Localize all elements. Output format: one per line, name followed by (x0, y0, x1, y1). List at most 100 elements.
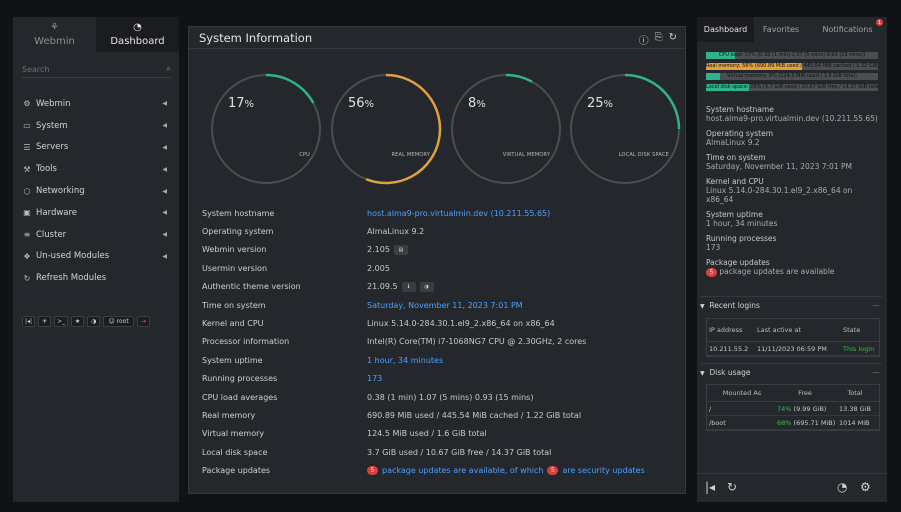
caret-left-icon: ◀ (162, 122, 167, 130)
brightness-icon[interactable]: ☀ (38, 316, 52, 327)
table-cell: 10.211.55.2 (709, 344, 749, 353)
sidebar-menu: ⚙ Webmin ◀ ▭ System ◀ ☰ Servers ◀ ⚒ Tools ◀ ⬡ Net… (13, 93, 179, 289)
info-row-real-memory: Real memory 690.89 MiB used / 445.54 MiB … (202, 406, 682, 424)
gauge-percent: 56% (348, 96, 374, 111)
sidebar-item-webmin[interactable]: ⚙ Webmin ◀ (13, 93, 179, 115)
tab-dashboard-label: Dashboard (110, 35, 165, 47)
minimize-icon[interactable]: — (873, 301, 881, 310)
minimize-icon[interactable]: — (873, 368, 881, 377)
gauge-arc (624, 73, 681, 130)
gauge-unit: % (364, 99, 375, 110)
help-icon[interactable]: ⓘ (639, 32, 649, 47)
sidebar-item-cluster[interactable]: ≡ Cluster ◀ (13, 224, 179, 246)
collapse-panel-icon[interactable]: |◂ (705, 480, 715, 494)
tab-dashboard[interactable]: ◔ Dashboard (96, 17, 179, 52)
disk-usage-header[interactable]: ▼ Disk usage — (700, 363, 882, 377)
tab-dashboard[interactable]: Dashboard (697, 17, 754, 42)
tab-notifications[interactable]: Notifications 1 (808, 17, 887, 42)
notification-badge: 1 (876, 19, 883, 26)
info-value: 173 (706, 243, 721, 252)
sidebar-item-label: Refresh Modules (36, 273, 107, 284)
search-icon[interactable]: ⌕ (167, 64, 171, 74)
puzzle-icon: ❖ (23, 251, 31, 261)
gauge-label: CPU (299, 152, 310, 158)
info-key: Package updates (202, 466, 271, 476)
table-cell: 13.38 GiB (839, 404, 871, 413)
package-updates-link[interactable]: 5 package updates are available, of which… (367, 466, 645, 476)
divider (189, 48, 685, 49)
bar-text: CPU load: 17% (0.38 (1 min) 1.07 (5 mins… (718, 52, 866, 58)
palette-icon[interactable]: ◑ (419, 281, 434, 292)
changelog-icon[interactable]: ▤ (393, 244, 408, 255)
refresh-icon: ↻ (23, 273, 31, 283)
info-value: Saturday, November 11, 2023 7:01 PM (706, 161, 852, 171)
page-title: System Information (199, 31, 313, 45)
info-value: 2.005 (367, 263, 390, 273)
recent-logins-table: IP address Last active at State 10.211.5… (706, 318, 880, 357)
uptime-link[interactable]: 1 hour, 34 minutes (367, 356, 443, 365)
sidebar-item-unused-modules[interactable]: ❖ Un-used Modules ◀ (13, 246, 179, 268)
logout-icon[interactable]: ⇥ (137, 316, 151, 327)
info-value: Intel(R) Core(TM) i7-1068NG7 CPU @ 2.30G… (367, 337, 587, 347)
bar-text: Real memory: 56% (690.89 MiB used / 445.… (706, 62, 878, 69)
refresh-icon[interactable]: ↻ (669, 32, 677, 47)
info-value: 1 hour, 34 minutes (706, 219, 778, 228)
gauge-unit: % (244, 99, 255, 110)
info-key: Running processes (202, 374, 278, 384)
gauge-percent: 25% (587, 96, 613, 111)
dashboard-gauge-icon: ◔ (133, 21, 142, 33)
info-row-hostname: System hostname host.alma9-pro.virtualmin… (202, 204, 682, 222)
recent-logins-header[interactable]: ▼ Recent logins — (700, 296, 882, 310)
info-key: System uptime (202, 355, 263, 365)
caret-left-icon: ◀ (162, 143, 167, 151)
gear-icon: ⚙ (23, 99, 31, 109)
hardware-icon: ▣ (23, 208, 31, 218)
updates-text: package updates are available (719, 267, 835, 276)
package-updates-value[interactable]: 5 package updates are available (706, 267, 881, 278)
update-count-badge: 5 (706, 268, 717, 278)
settings-gear-icon[interactable]: ⚙ (860, 480, 871, 494)
tab-webmin-label: Webmin (34, 35, 75, 47)
terminal-icon[interactable]: >_ (54, 316, 69, 327)
time-link[interactable]: Saturday, November 11, 2023 7:01 PM (367, 301, 523, 310)
palette-icon[interactable]: ◑ (87, 316, 101, 327)
search-input[interactable] (22, 64, 142, 74)
info-icon[interactable]: ℹ (401, 281, 416, 292)
sidebar-item-tools[interactable]: ⚒ Tools ◀ (13, 158, 179, 180)
tab-webmin[interactable]: ⚘ Webmin (13, 17, 96, 52)
hostname-link[interactable]: host.alma9-pro.virtualmin.dev (10.211.55… (367, 209, 550, 218)
info-key: System hostname (202, 208, 275, 218)
star-icon[interactable]: ★ (71, 316, 85, 327)
security-updates-text: are security updates (562, 466, 645, 476)
sidebar-item-hardware[interactable]: ▣ Hardware ◀ (13, 202, 179, 224)
info-row-usermin-version: Usermin version 2.005 (202, 259, 682, 277)
refresh-icon[interactable]: ↻ (727, 480, 737, 494)
user-menu-button[interactable]: ☺ root (103, 316, 135, 327)
wrench-icon: ⚒ (23, 164, 31, 174)
info-key: Time on system (202, 300, 266, 310)
gauge-label: LOCAL DISK SPACE (618, 152, 669, 158)
caret-left-icon: ◀ (162, 209, 167, 217)
sidebar-item-system[interactable]: ▭ System ◀ (13, 115, 179, 137)
info-row-processor: Processor information Intel(R) Core(TM) i… (202, 333, 682, 351)
processes-link[interactable]: 173 (367, 374, 382, 383)
gauge-ring (570, 73, 681, 184)
tab-favorites[interactable]: Favorites (754, 17, 808, 42)
collapse-panel-icon[interactable]: |◂| (22, 316, 36, 327)
table-row: /boot 68% (695.71 MiB) 1014 MiB (707, 416, 879, 430)
sidebar-item-refresh-modules[interactable]: ↻ Refresh Modules (13, 267, 179, 289)
info-row-uptime: System uptime 1 hour, 34 minutes (202, 351, 682, 369)
sidebar-item-label: System (36, 120, 68, 131)
dashboard-gauge-icon[interactable]: ◔ (837, 480, 847, 494)
gauge-value: 17 (228, 96, 245, 111)
laptop-icon: ▭ (23, 121, 31, 131)
sidebar-item-servers[interactable]: ☰ Servers ◀ (13, 137, 179, 159)
table-cell: (9.99 GiB) (793, 404, 827, 413)
info-row-package-updates: Package updates 5 package updates are avai… (202, 461, 682, 479)
sidebar-toolbar: |◂| ☀ >_ ★ ◑ ☺ root ⇥ (22, 316, 151, 327)
sidebar-item-networking[interactable]: ⬡ Networking ◀ (13, 180, 179, 202)
section-title: Recent logins (709, 301, 760, 310)
clipboard-icon[interactable]: ⎘ (655, 32, 663, 47)
divider (700, 296, 882, 297)
gauge-real-memory: 56% REAL MEMORY (328, 71, 444, 187)
